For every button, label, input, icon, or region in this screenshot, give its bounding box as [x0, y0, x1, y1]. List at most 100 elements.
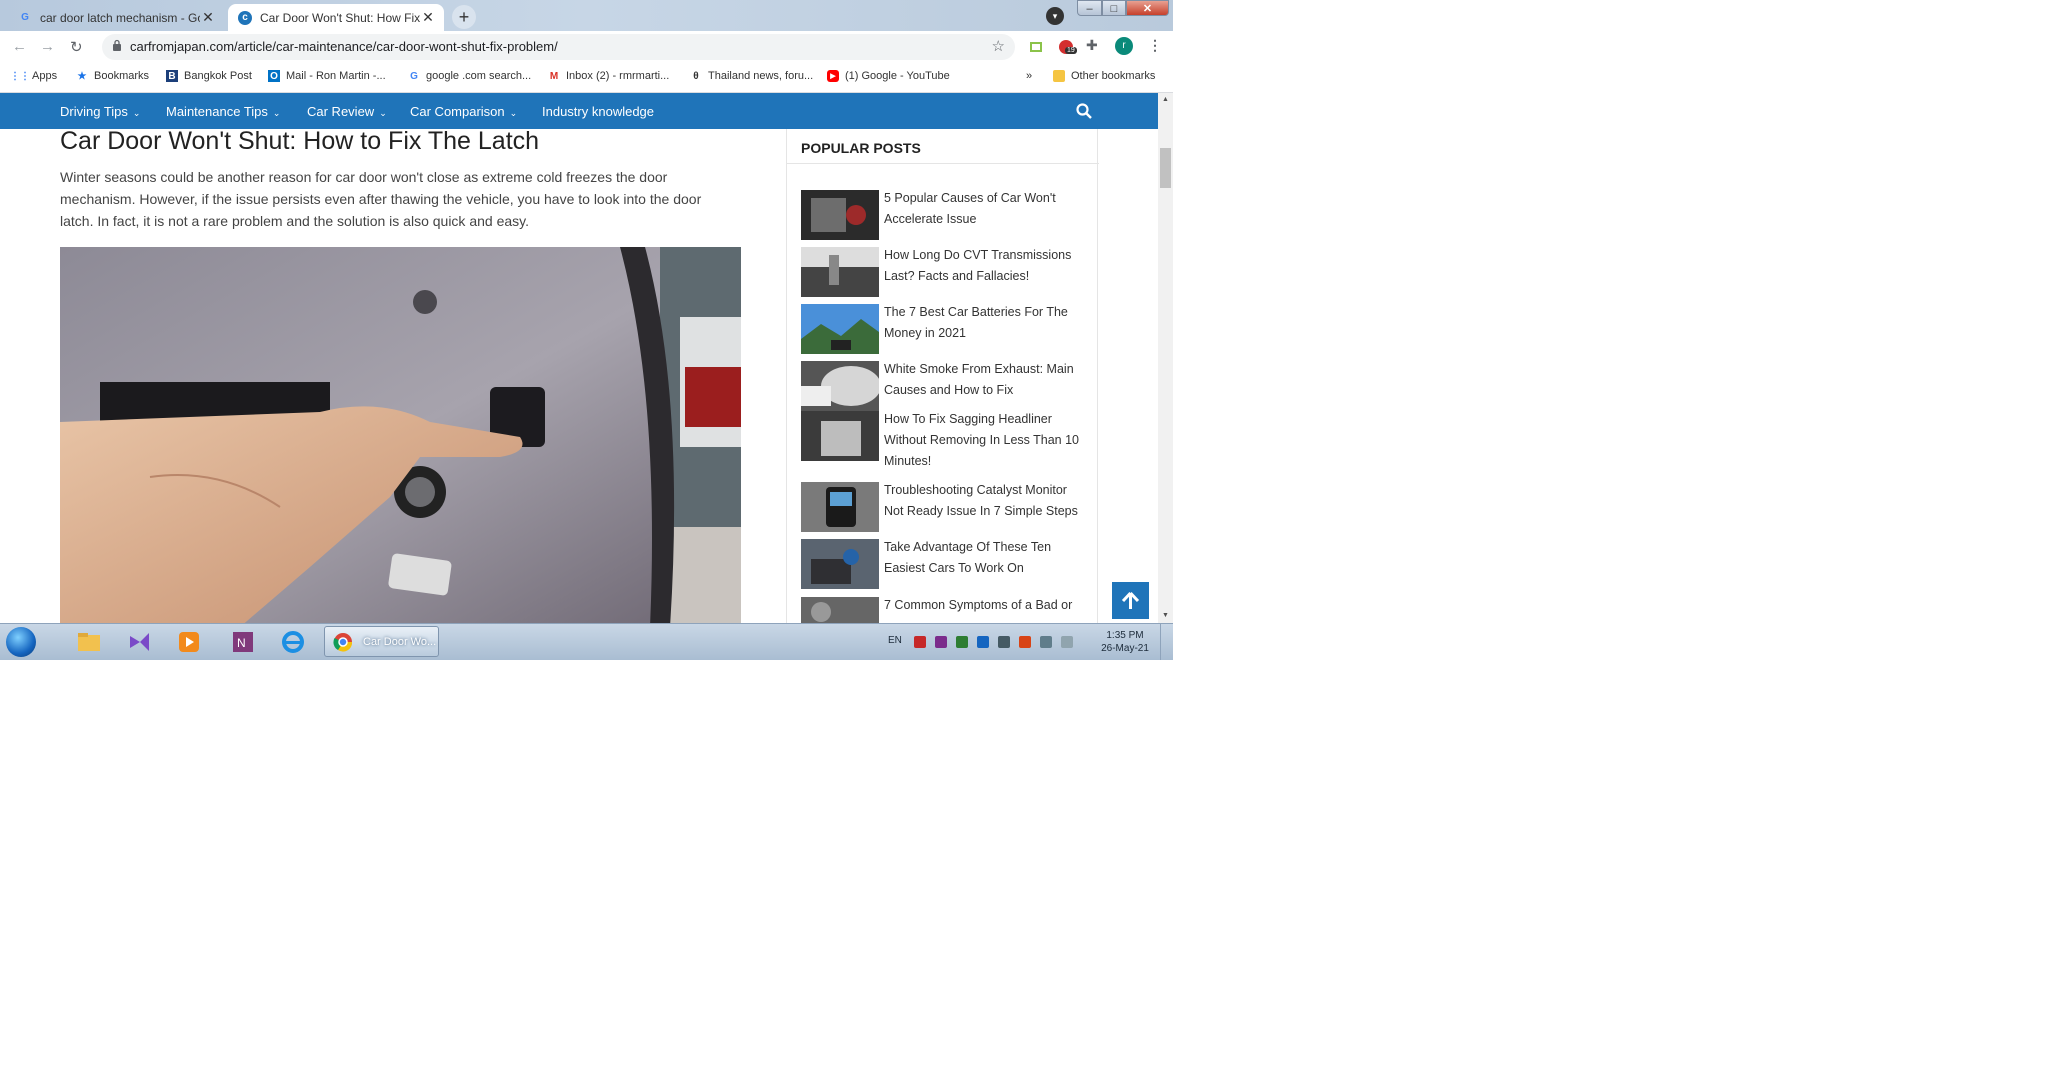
nav-car-comparison[interactable]: Car Comparison ⌄ — [410, 104, 517, 119]
bookmark-label: Thailand news, foru... — [708, 70, 814, 82]
post-thumbnail — [801, 247, 879, 297]
new-tab-button[interactable]: + — [452, 5, 476, 29]
post-title[interactable]: Take Advantage Of These Ten Easiest Cars… — [884, 537, 1089, 579]
nav-label: Car Review — [307, 104, 375, 119]
post-title[interactable]: Troubleshooting Catalyst Monitor Not Rea… — [884, 480, 1089, 522]
tab-carfromjapan[interactable]: c Car Door Won't Shut: How Fix Th ✕ — [228, 4, 444, 31]
sidebar-heading: POPULAR POSTS — [801, 140, 921, 156]
bookmark-bangkok-post[interactable]: B Bangkok Post — [166, 70, 252, 82]
other-bookmarks[interactable]: Other bookmarks — [1053, 70, 1155, 82]
menu-kebab-icon[interactable]: ⋮ — [1148, 37, 1162, 54]
post-title[interactable]: 5 Popular Causes of Car Won't Accelerate… — [884, 188, 1089, 230]
scroll-to-top-button[interactable] — [1112, 582, 1149, 619]
nav-car-review[interactable]: Car Review ⌄ — [307, 104, 387, 119]
bookmark-youtube[interactable]: ▶ (1) Google - YouTube — [827, 70, 950, 82]
taskbar-chrome-window[interactable]: Car Door Wo... — [324, 626, 439, 657]
bookmark-thailand-news[interactable]: θ Thailand news, foru... — [690, 70, 813, 82]
volume-icon[interactable] — [1061, 636, 1073, 648]
post-title[interactable]: 7 Common Symptoms of a Bad or — [884, 595, 1089, 616]
bookmark-label: Mail - Ron Martin -... — [286, 70, 386, 82]
google-g-icon: G — [410, 70, 418, 82]
bookmark-star-icon[interactable]: ☆ — [992, 37, 1005, 55]
nav-label: Car Comparison — [410, 104, 505, 119]
forward-arrow-icon[interactable]: → — [40, 38, 55, 55]
file-explorer-icon[interactable] — [76, 629, 102, 655]
close-tab-icon[interactable]: ✕ — [420, 9, 436, 26]
bookmarks-overflow-button[interactable]: » — [1026, 70, 1032, 82]
post-thumbnail — [801, 597, 879, 623]
visual-studio-icon[interactable] — [127, 629, 153, 655]
page-scrollbar[interactable]: ▲ ▼ — [1158, 93, 1173, 623]
profile-avatar[interactable]: r — [1115, 37, 1133, 55]
bookmark-bookmarks[interactable]: ★ Bookmarks — [76, 70, 150, 82]
bookmark-label: Other bookmarks — [1071, 70, 1156, 82]
google-g-icon: G — [21, 12, 29, 23]
extension-badge-count: 19 — [1065, 47, 1077, 54]
bookmark-label: Bangkok Post — [184, 70, 252, 82]
checkmark-tray-icon[interactable] — [956, 636, 968, 648]
network-icon[interactable] — [1040, 636, 1052, 648]
sync-tray-icon[interactable] — [998, 636, 1010, 648]
close-window-button[interactable]: ✕ — [1126, 0, 1169, 16]
youtube-icon: ▶ — [827, 70, 839, 82]
minimize-button[interactable]: – — [1077, 0, 1102, 16]
scrollbar-thumb[interactable] — [1160, 148, 1171, 188]
scroll-up-arrow-icon[interactable]: ▲ — [1161, 96, 1170, 103]
nav-maintenance-tips[interactable]: Maintenance Tips ⌄ — [166, 104, 280, 119]
maximize-button[interactable]: □ — [1102, 0, 1126, 16]
chevron-down-icon: ⌄ — [272, 108, 281, 118]
post-thumbnail — [801, 190, 879, 240]
search-icon[interactable] — [1075, 102, 1093, 120]
extension-icon[interactable] — [1028, 39, 1044, 55]
scroll-down-arrow-icon[interactable]: ▼ — [1161, 612, 1170, 619]
site-nav-bar: Driving Tips ⌄ Maintenance Tips ⌄ Car Revi… — [0, 93, 1158, 129]
acrobat-tray-icon[interactable] — [914, 636, 926, 648]
bookmark-mail[interactable]: O Mail - Ron Martin -... — [268, 70, 386, 82]
tab-title: Car Door Won't Shut: How Fix Th — [260, 10, 420, 25]
bookmark-apps[interactable]: ⋮⋮ Apps — [10, 70, 57, 82]
article-title: Car Door Won't Shut: How to Fix The Latc… — [60, 127, 540, 155]
tab-search-icon[interactable]: ▾ — [1046, 7, 1064, 25]
bookmark-google-search[interactable]: G google .com search... — [408, 70, 531, 82]
post-title[interactable]: How To Fix Sagging Headliner Without Rem… — [884, 409, 1089, 472]
address-bar[interactable]: carfromjapan.com/article/car-maintenance… — [102, 34, 1015, 60]
language-indicator[interactable]: EN — [888, 635, 902, 646]
internet-explorer-icon[interactable] — [280, 629, 306, 655]
tab-strip: G car door latch mechanism - Goog ✕ c Ca… — [0, 0, 1173, 31]
bookmarks-bar: ⋮⋮ Apps ★ Bookmarks B Bangkok Post O Mai… — [0, 63, 1173, 93]
tray-app-icon[interactable] — [935, 636, 947, 648]
system-clock[interactable]: 1:35 PM 26-May-21 — [1095, 629, 1155, 655]
bangkok-post-icon: B — [166, 70, 178, 82]
show-desktop-button[interactable] — [1160, 624, 1174, 660]
divider — [787, 163, 1099, 164]
nav-label: Industry knowledge — [542, 104, 655, 119]
back-arrow-icon[interactable]: ← — [12, 38, 27, 55]
lock-icon — [113, 39, 121, 51]
svg-text:N: N — [237, 636, 246, 650]
bookmark-gmail[interactable]: M Inbox (2) - rmrmarti... — [548, 70, 669, 82]
reload-icon[interactable]: ↻ — [70, 38, 83, 56]
windows-taskbar: N Car Door Wo... EN 1:35 PM 26-May-21 — [0, 623, 1173, 660]
post-thumbnail — [801, 361, 879, 411]
puzzle-extensions-icon[interactable]: ✚ — [1086, 37, 1102, 53]
onenote-icon[interactable]: N — [230, 629, 256, 655]
bookmark-label: (1) Google - YouTube — [845, 70, 950, 82]
nav-driving-tips[interactable]: Driving Tips ⌄ — [60, 104, 140, 119]
arrow-up-icon — [1121, 591, 1140, 609]
nav-industry-knowledge[interactable]: Industry knowledge — [542, 104, 654, 119]
malwarebytes-tray-icon[interactable] — [977, 636, 989, 648]
close-tab-icon[interactable]: ✕ — [200, 9, 216, 26]
article-body: Winter seasons could be another reason f… — [60, 169, 702, 229]
media-player-icon[interactable] — [176, 629, 202, 655]
post-title[interactable]: The 7 Best Car Batteries For The Money i… — [884, 302, 1089, 344]
post-title[interactable]: How Long Do CVT Transmissions Last? Fact… — [884, 245, 1089, 287]
tab-google-search[interactable]: G car door latch mechanism - Goog ✕ — [8, 4, 224, 31]
page-viewport: Driving Tips ⌄ Maintenance Tips ⌄ Car Revi… — [0, 93, 1158, 623]
start-button[interactable] — [6, 627, 36, 657]
folder-icon — [1053, 70, 1065, 82]
extension-badge-icon[interactable]: 19 — [1058, 39, 1077, 55]
taskbar-window-label: Car Door Wo... — [363, 636, 437, 648]
tab-title: car door latch mechanism - Goog — [40, 10, 200, 25]
post-title[interactable]: White Smoke From Exhaust: Main Causes an… — [884, 359, 1089, 401]
tray-flag-icon[interactable] — [1019, 636, 1031, 648]
